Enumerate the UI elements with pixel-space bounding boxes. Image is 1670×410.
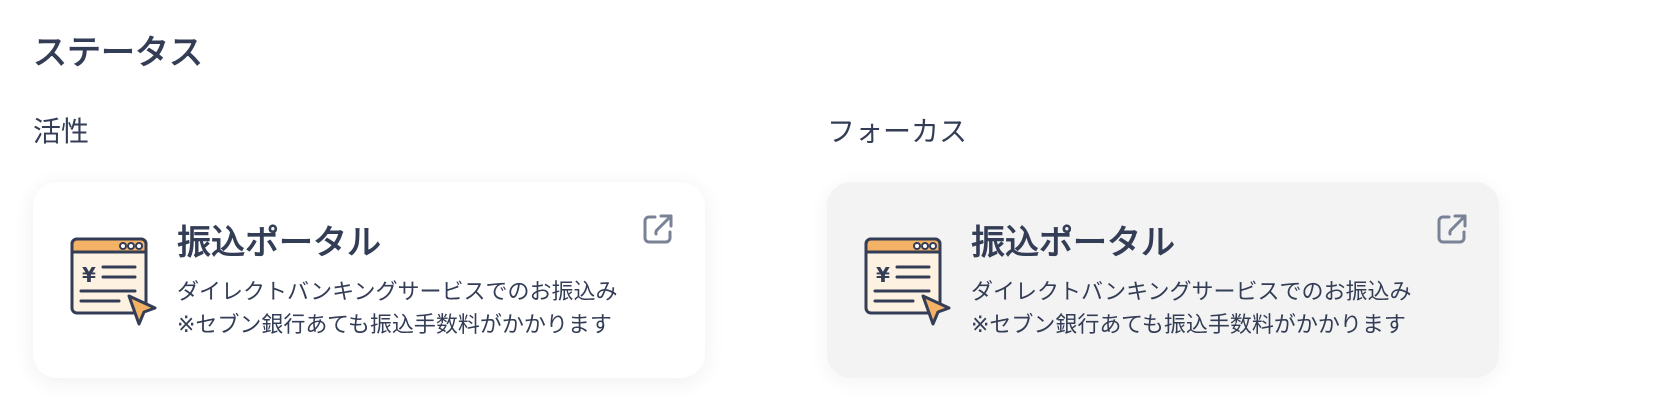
state-column-focus: フォーカス ¥ 振込ポータル ダイレクトバンキングサービスでのお振込み ※セブン…: [827, 112, 1507, 378]
svg-text:¥: ¥: [876, 263, 890, 287]
card-description-line-1: ダイレクトバンキングサービスでのお振込み: [177, 280, 618, 305]
transfer-portal-card-focus[interactable]: ¥ 振込ポータル ダイレクトバンキングサービスでのお振込み ※セブン銀行あても振…: [827, 182, 1499, 378]
state-label-focus: フォーカス: [827, 115, 968, 148]
card-description-line-1: ダイレクトバンキングサービスでのお振込み: [971, 280, 1412, 305]
transfer-portal-card-active[interactable]: ¥ 振込ポータル ダイレクトバンキングサービスでのお振込み ※セブン銀行あても振…: [33, 182, 705, 378]
transfer-window-yen-cursor-icon: ¥: [864, 237, 951, 326]
state-column-active: 活性 ¥ 振込ポータル ダイレクトバンキングサービスでのお振込み ※セブン銀行あ…: [33, 112, 713, 378]
svg-text:¥: ¥: [82, 263, 96, 287]
card-description: ダイレクトバンキングサービスでのお振込み ※セブン銀行あても振込手数料がかかりま…: [971, 276, 1411, 342]
card-description: ダイレクトバンキングサービスでのお振込み ※セブン銀行あても振込手数料がかかりま…: [177, 276, 617, 342]
status-section: ステータス 活性 ¥ 振込ポータル ダイレクトバンキングサービスでのお振込み ※…: [0, 0, 1670, 410]
card-description-line-2: ※セブン銀行あても振込手数料がかかります: [971, 313, 1406, 338]
external-link-icon[interactable]: [641, 212, 675, 246]
card-description-line-2: ※セブン銀行あても振込手数料がかかります: [177, 313, 612, 338]
external-link-icon[interactable]: [1435, 212, 1469, 246]
transfer-window-yen-cursor-icon: ¥: [70, 237, 157, 326]
section-title: ステータス: [33, 33, 203, 73]
card-title: 振込ポータル: [177, 223, 381, 263]
state-label-active: 活性: [33, 115, 90, 148]
card-title: 振込ポータル: [971, 223, 1175, 263]
